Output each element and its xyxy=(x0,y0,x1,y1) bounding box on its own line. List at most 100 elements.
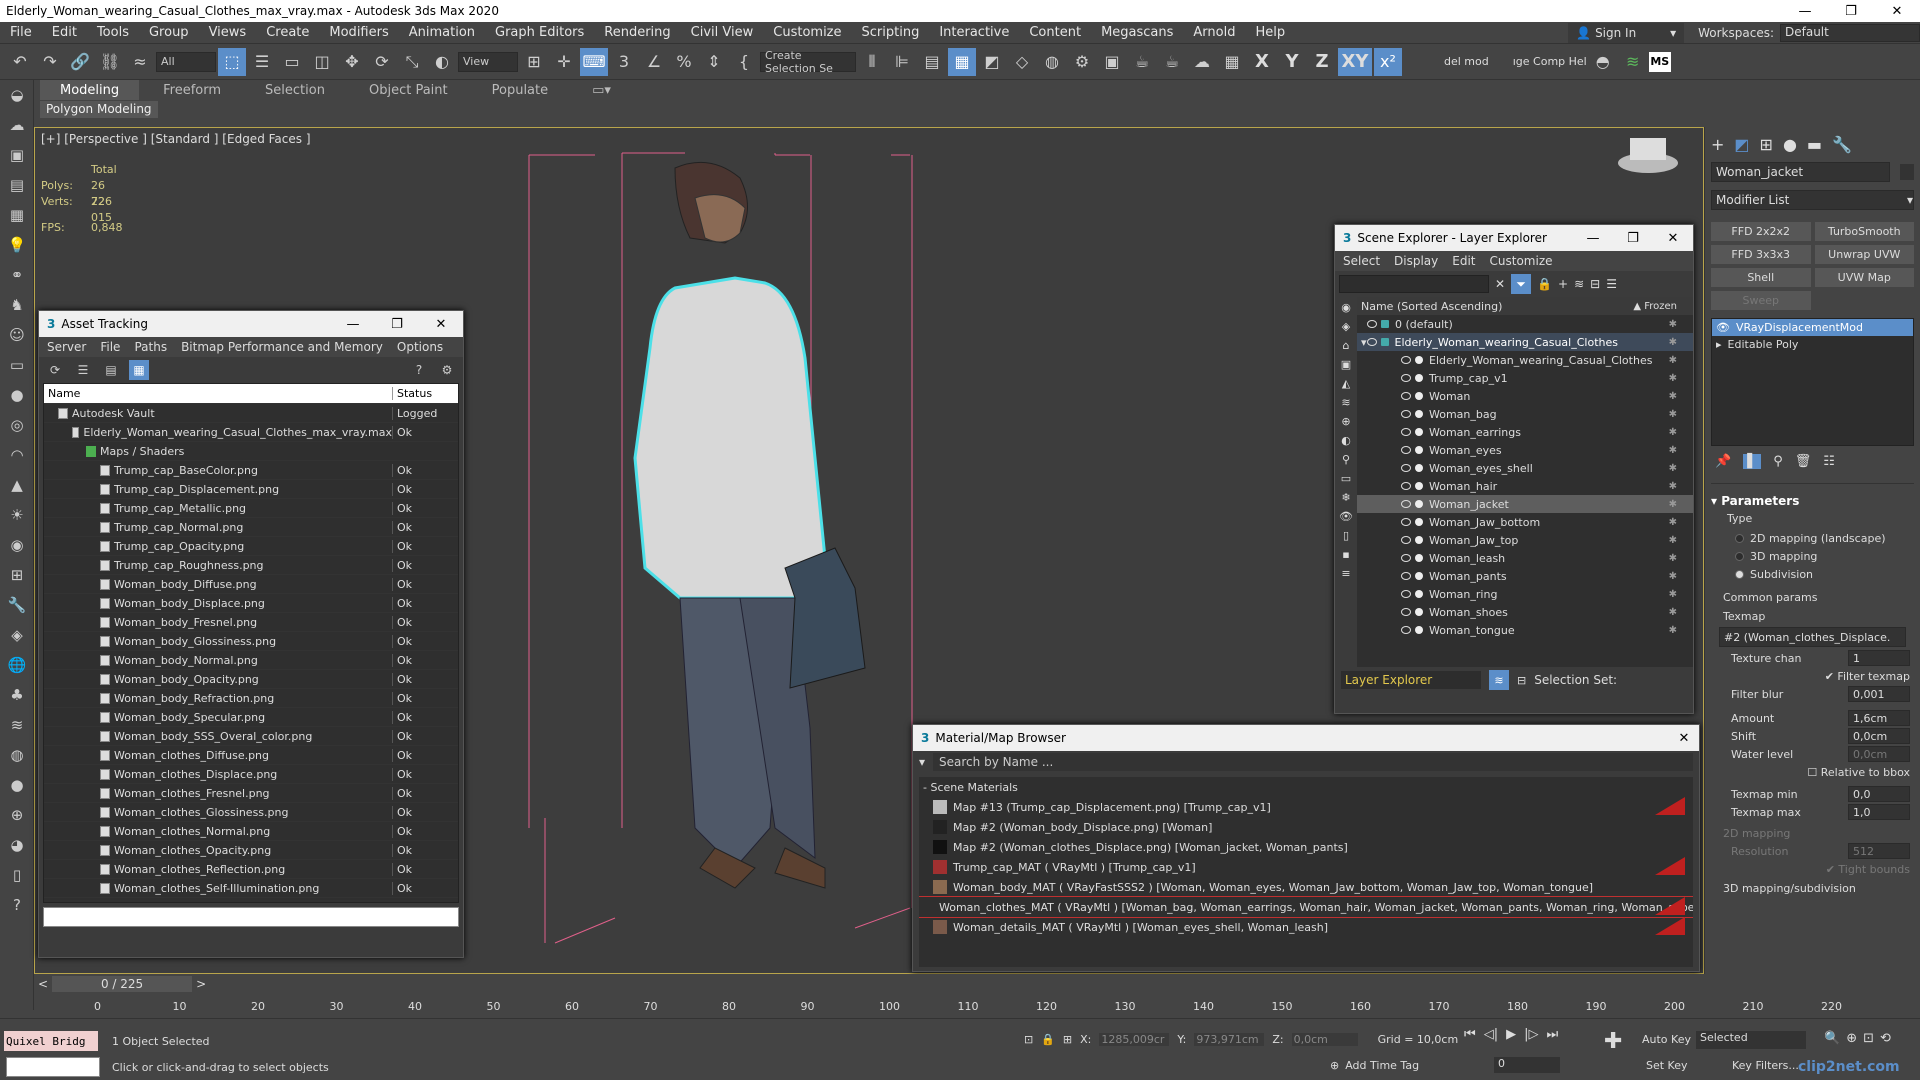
menu-create[interactable]: Create xyxy=(256,25,319,40)
key-set-dropdown[interactable]: Selected xyxy=(1696,1031,1806,1049)
set-key-button[interactable]: Set Key xyxy=(1646,1059,1688,1072)
help-question-icon[interactable]: ? xyxy=(409,360,429,380)
material-browser-close[interactable]: ✕ xyxy=(1669,725,1699,751)
asset-row[interactable]: Trump_cap_Metallic.png Ok xyxy=(44,499,458,518)
scene-materials-section[interactable]: - Scene Materials xyxy=(919,777,1693,797)
lock-icon[interactable]: 🔒 xyxy=(1537,277,1552,291)
zoom-icon[interactable]: 🔍 xyxy=(1824,1031,1840,1046)
set-key-icon[interactable]: ✚ xyxy=(1604,1029,1622,1054)
asset-row[interactable]: Woman_body_SSS_Overal_color.png Ok xyxy=(44,727,458,746)
texmap-max-spinner[interactable]: 1,0 xyxy=(1848,804,1910,820)
layer-row[interactable]: Woman_ring ✱ xyxy=(1357,585,1693,603)
spinner-snap-icon[interactable]: ⇕ xyxy=(700,48,728,76)
help-icon[interactable]: ? xyxy=(0,890,34,920)
create-cloud-icon[interactable]: ☁ xyxy=(0,110,34,140)
layer-row[interactable]: Elderly_Woman_wearing_Casual_Clothes ✱ xyxy=(1357,351,1693,369)
render-iterative-icon[interactable]: ☕ xyxy=(1158,48,1186,76)
asset-row[interactable]: Autodesk Vault Logged xyxy=(44,404,458,423)
turbosmooth-button[interactable]: TurboSmooth xyxy=(1814,222,1914,241)
scene-explorer-close[interactable]: ✕ xyxy=(1653,225,1693,251)
pin-stack-icon[interactable]: 📌 xyxy=(1715,454,1731,469)
create-ring-icon[interactable]: ◍ xyxy=(0,740,34,770)
asset-row[interactable]: Woman_body_Specular.png Ok xyxy=(44,708,458,727)
se-menu-customize[interactable]: Customize xyxy=(1490,254,1553,268)
explorer-type-dropdown[interactable]: Layer Explorer xyxy=(1341,671,1481,689)
axis-x-button[interactable]: X xyxy=(1248,48,1276,76)
visibility-eye-icon[interactable] xyxy=(1401,572,1411,580)
display-spacewarps-icon[interactable]: ⊕ xyxy=(1341,415,1350,428)
create-hair-icon[interactable]: ≋ xyxy=(0,710,34,740)
create-helper-icon[interactable]: ⊕ xyxy=(0,800,34,830)
reference-coord-dropdown[interactable]: View xyxy=(458,51,518,72)
asset-row[interactable]: Woman_body_Fresnel.png Ok xyxy=(44,613,458,632)
layer-row[interactable]: Woman_hair ✱ xyxy=(1357,477,1693,495)
freeze-icon[interactable]: ✱ xyxy=(1669,391,1677,402)
create-globe-icon[interactable]: 🌐 xyxy=(0,650,34,680)
scale-icon[interactable]: ⤡ xyxy=(398,48,426,76)
tab-modeling[interactable]: Modeling xyxy=(40,80,140,100)
undo-icon[interactable]: ↶ xyxy=(6,48,34,76)
create-torus-icon[interactable]: ◎ xyxy=(0,410,34,440)
tab-object-paint[interactable]: Object Paint xyxy=(349,80,468,100)
ribbon-options-icon[interactable]: ▭▾ xyxy=(572,80,631,100)
unlink-icon[interactable]: ⛓ xyxy=(96,48,124,76)
configure-sets-icon[interactable]: ☷ xyxy=(1823,454,1835,469)
resolution-spinner[interactable]: 512 xyxy=(1848,843,1910,859)
create-planet-icon[interactable]: ● xyxy=(0,770,34,800)
visibility-eye-icon[interactable] xyxy=(1401,464,1411,472)
material-row[interactable]: Map #2 (Woman_body_Displace.png) [Woman] xyxy=(919,817,1693,837)
layers-sort-icon[interactable]: ☰ xyxy=(1606,277,1617,291)
render-cloud-icon[interactable]: ☁ xyxy=(1188,48,1216,76)
display-notes-icon[interactable]: ≡ xyxy=(1341,567,1350,580)
visibility-eye-icon[interactable] xyxy=(1401,590,1411,598)
create-foot-icon[interactable]: ♞ xyxy=(0,290,34,320)
layer-row[interactable]: Woman_eyes_shell ✱ xyxy=(1357,459,1693,477)
scene-explorer-minimize[interactable]: — xyxy=(1573,225,1613,251)
stack-item-editable-poly[interactable]: ▸ Editable Poly xyxy=(1712,336,1913,353)
asset-tracking-window[interactable]: 3 Asset Tracking — ❐ ✕ Server File Paths… xyxy=(38,310,464,958)
show-end-result-icon[interactable]: ▌ xyxy=(1743,454,1762,469)
at-menu-server[interactable]: Server xyxy=(47,340,86,354)
maxscript-input[interactable] xyxy=(6,1057,100,1077)
col-status-header[interactable]: Status xyxy=(392,387,436,400)
make-unique-icon[interactable]: ⚲ xyxy=(1773,454,1783,469)
asset-row[interactable]: Trump_cap_Normal.png Ok xyxy=(44,518,458,537)
layer-row[interactable]: Woman_jacket ✱ xyxy=(1357,495,1693,513)
freeze-icon[interactable]: ✱ xyxy=(1669,499,1677,510)
material-browser-window[interactable]: 3 Material/Map Browser ✕ ▾ Search by Nam… xyxy=(912,724,1700,972)
absolute-mode-icon[interactable]: ⊞ xyxy=(1063,1033,1072,1046)
layer-row[interactable]: Woman_pants ✱ xyxy=(1357,567,1693,585)
tab-populate[interactable]: Populate xyxy=(472,80,569,100)
bind-space-warp-icon[interactable]: ≈ xyxy=(126,48,154,76)
time-slider-thumb[interactable]: 0 / 225 xyxy=(52,976,193,992)
create-doc-icon[interactable]: ▯ xyxy=(0,860,34,890)
z-coordinate-field[interactable]: 0,0cm xyxy=(1291,1033,1358,1046)
material-row[interactable]: Woman_body_MAT ( VRayFastSSS2 ) [Woman, … xyxy=(919,877,1693,897)
layer-row[interactable]: Woman_Jaw_bottom ✱ xyxy=(1357,513,1693,531)
menu-graph-editors[interactable]: Graph Editors xyxy=(485,25,594,40)
stack-item-vraydisplacement[interactable]: 👁 VRayDisplacementMod xyxy=(1712,319,1913,336)
material-row[interactable]: Woman_details_MAT ( VRayMtl ) [Woman_eye… xyxy=(919,917,1693,937)
visibility-eye-icon[interactable] xyxy=(1367,320,1377,328)
snaps-toggle-icon[interactable]: 3 xyxy=(610,48,638,76)
uvw-map-button[interactable]: UVW Map xyxy=(1814,268,1914,287)
asset-row[interactable]: Woman_clothes_Self-Illumination.png Ok xyxy=(44,879,458,898)
display-lights-icon[interactable]: ▣ xyxy=(1341,358,1351,371)
window-crossing-icon[interactable]: ◫ xyxy=(308,48,336,76)
display-shapes-icon[interactable]: ⌂ xyxy=(1343,339,1350,352)
display-xrefs-icon[interactable]: ⚲ xyxy=(1342,453,1350,466)
isolate-icon[interactable]: ⊡ xyxy=(1024,1033,1033,1046)
expand-arrow-icon[interactable]: ▾ xyxy=(1361,336,1367,349)
freeze-icon[interactable]: ✱ xyxy=(1669,409,1677,420)
edit-named-sets-icon[interactable]: { xyxy=(730,48,758,76)
asset-row[interactable]: Elderly_Woman_wearing_Casual_Clothes_max… xyxy=(44,423,458,442)
object-name-field[interactable]: Woman_jacket xyxy=(1711,162,1890,182)
layer-row[interactable]: Trump_cap_v1 ✱ xyxy=(1357,369,1693,387)
link-icon[interactable]: 🔗 xyxy=(66,48,94,76)
asset-row[interactable]: Trump_cap_Displacement.png Ok xyxy=(44,480,458,499)
asset-row[interactable]: Woman_clothes_Glossiness.png Ok xyxy=(44,803,458,822)
maxscript-listener[interactable]: Quixel Bridg xyxy=(4,1031,98,1051)
asset-row[interactable]: Trump_cap_Roughness.png Ok xyxy=(44,556,458,575)
layer-row[interactable]: 0 (default) ✱ xyxy=(1357,315,1693,333)
menu-content[interactable]: Content xyxy=(1019,25,1091,40)
